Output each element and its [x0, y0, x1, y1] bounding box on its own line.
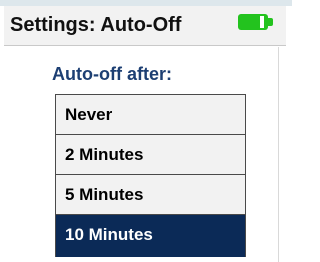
device-screen: Settings: Auto-Off Auto-off after: Never…: [0, 0, 292, 262]
page-title: Settings: Auto-Off: [10, 14, 182, 36]
auto-off-label: Auto-off after:: [52, 64, 172, 84]
battery-icon-terminal: [268, 18, 273, 26]
right-divider: [278, 47, 279, 262]
battery-icon-segment-gap: [260, 16, 264, 28]
option-2-minutes[interactable]: 2 Minutes: [56, 135, 245, 175]
auto-off-option-list: Never 2 Minutes 5 Minutes 10 Minutes: [55, 94, 246, 257]
option-never[interactable]: Never: [56, 95, 245, 135]
option-5-minutes[interactable]: 5 Minutes: [56, 175, 245, 215]
option-10-minutes[interactable]: 10 Minutes: [56, 215, 245, 257]
